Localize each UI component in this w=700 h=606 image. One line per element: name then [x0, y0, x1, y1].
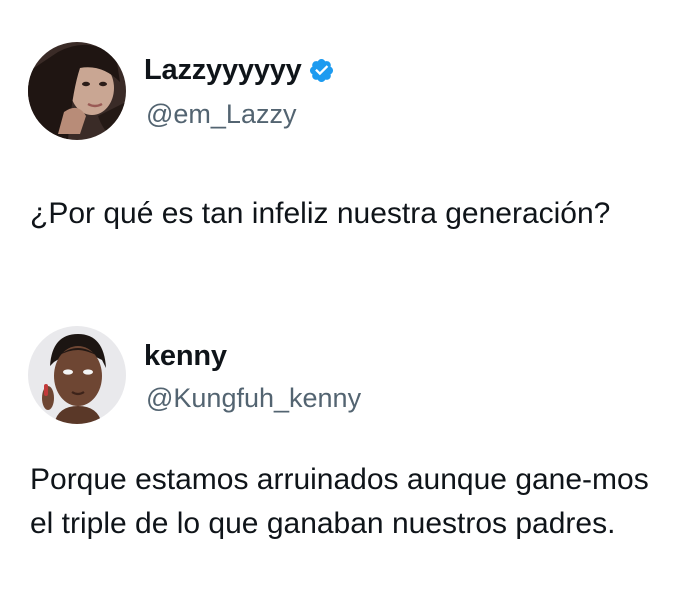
verified-badge-icon — [309, 58, 333, 83]
user-handle[interactable]: @Kungfuh_kenny — [146, 383, 361, 414]
avatar-lazzy[interactable] — [28, 42, 126, 140]
avatar-kenny[interactable] — [28, 326, 126, 424]
user-handle[interactable]: @em_Lazzy — [146, 99, 296, 130]
display-name[interactable]: Lazzyyyyyy — [144, 54, 335, 87]
display-name[interactable]: kenny — [144, 340, 227, 373]
profile-photo-icon — [28, 42, 126, 140]
profile-photo-icon — [28, 326, 126, 424]
display-name-text: Lazzyyyyyy — [144, 54, 302, 86]
tweet-text: Porque estamos arruinados aunque gane-mo… — [30, 463, 649, 540]
tweet-reply: kenny @Kungfuh_kenny Porque estamos arru… — [0, 300, 700, 606]
display-name-text: kenny — [144, 340, 227, 372]
tweet-text: ¿Por qué es tan infeliz nuestra generaci… — [30, 197, 611, 230]
tweet-original: Lazzyyyyyy @em_Lazzy ¿Por qué es tan inf… — [0, 0, 700, 300]
